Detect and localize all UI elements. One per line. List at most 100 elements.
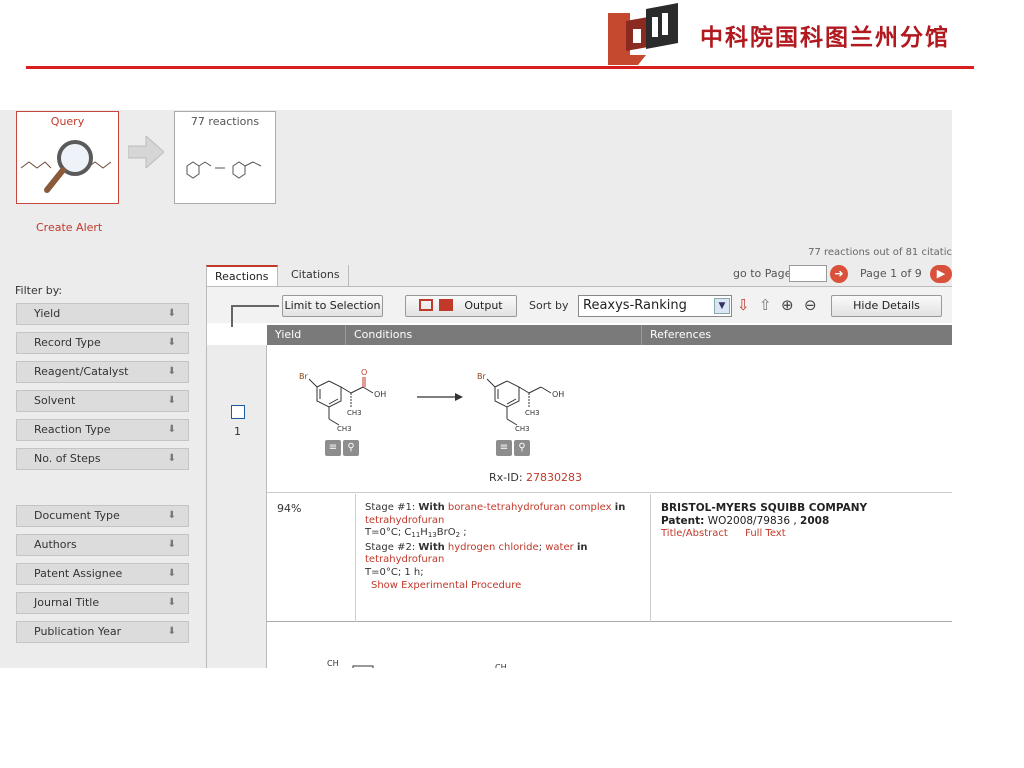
result-label: 77 reactions <box>190 115 260 128</box>
row-select-checkbox[interactable] <box>231 405 245 419</box>
filter-yield[interactable]: Yield ⬇ <box>16 303 189 325</box>
filter-publication-year[interactable]: Publication Year ⬇ <box>16 621 189 643</box>
formula-o-n: 2 <box>455 531 461 539</box>
guide-connector <box>231 305 279 327</box>
results-panel: Limit to Selection Output Sort by Reaxys… <box>206 286 952 668</box>
filter-journal-title[interactable]: Journal Title ⬇ <box>16 592 189 614</box>
filter-label: Yield <box>34 307 61 320</box>
goto-page-arrow-icon[interactable]: ➜ <box>830 265 848 283</box>
with-label: With <box>418 502 445 513</box>
sort-descending-icon[interactable]: ⇩ <box>737 297 750 313</box>
stage2-reagent-a-link[interactable]: hydrogen chloride <box>448 542 539 553</box>
stage2-conditions: T=0°C; 1 h; <box>365 566 424 578</box>
chevron-down-icon: ⬇ <box>167 395 176 406</box>
filter-authors[interactable]: Authors ⬇ <box>16 534 189 556</box>
chevron-down-icon: ⬇ <box>167 510 176 521</box>
column-references[interactable]: References <box>641 325 952 345</box>
output-label: Output <box>464 299 503 312</box>
conditions-cell: Stage #1: With borane-tetrahydrofuran co… <box>355 494 651 622</box>
column-yield[interactable]: Yield <box>267 325 345 345</box>
references-cell: BRISTOL-MYERS SQUIBB COMPANY Patent: WO2… <box>651 502 951 541</box>
column-conditions[interactable]: Conditions <box>345 325 641 345</box>
filter-reaction-type[interactable]: Reaction Type ⬇ <box>16 419 189 441</box>
svg-text:CH3: CH3 <box>347 409 362 417</box>
goto-page-input[interactable] <box>789 265 827 282</box>
hide-details-button[interactable]: Hide Details <box>831 295 942 317</box>
filter-label: Journal Title <box>34 596 100 609</box>
filter-label: Solvent <box>34 394 76 407</box>
row-number: 1 <box>234 425 241 438</box>
filter-label: Authors <box>34 538 77 551</box>
filter-label: No. of Steps <box>34 452 101 465</box>
results-toolbar: Limit to Selection Output Sort by Reaxys… <box>207 287 952 323</box>
svg-text:Br: Br <box>299 372 308 381</box>
rx-id-label: Rx-ID: <box>489 471 523 484</box>
patent-year-separator: , <box>793 514 797 527</box>
create-alert-link[interactable]: Create Alert <box>36 221 102 234</box>
rx-id: Rx-ID: 27830283 <box>489 471 582 484</box>
filter-solvent[interactable]: Solvent ⬇ <box>16 390 189 412</box>
zoom-out-icon[interactable]: ⊖ <box>804 297 817 313</box>
reference-company: BRISTOL-MYERS SQUIBB COMPANY <box>661 502 868 514</box>
limit-to-selection-button[interactable]: Limit to Selection <box>282 295 383 317</box>
sort-value: Reaxys-Ranking <box>583 298 687 313</box>
print-icon <box>438 299 453 311</box>
next-page-icon[interactable]: ▶ <box>930 265 952 283</box>
banner-divider <box>26 66 974 69</box>
sort-select[interactable]: Reaxys-Ranking ▼ <box>578 295 732 317</box>
patent-number: WO2008/79836 <box>707 514 790 527</box>
formula-bro: BrO <box>436 527 456 538</box>
rx-id-link[interactable]: 27830283 <box>526 471 582 484</box>
formula-c-n: 11 <box>411 531 421 539</box>
chevron-down-icon: ▼ <box>714 298 730 314</box>
svg-text:OH: OH <box>374 390 386 399</box>
library-logo-icon <box>608 3 678 65</box>
filter-record-type[interactable]: Record Type ⬇ <box>16 332 189 354</box>
stage2-solvent-link[interactable]: tetrahydrofuran <box>365 554 444 565</box>
zoom-icon[interactable]: ⚲ <box>514 440 530 456</box>
zoom-icon[interactable]: ⚲ <box>343 440 359 456</box>
yield-value: 94% <box>277 502 302 515</box>
partial-structure <box>352 665 374 668</box>
filter-label: Record Type <box>34 336 101 349</box>
patent-label: Patent: <box>661 514 705 527</box>
filter-title: Filter by: <box>15 284 63 297</box>
filter-no-of-steps[interactable]: No. of Steps ⬇ <box>16 448 189 470</box>
show-procedure-link[interactable]: Show Experimental Procedure <box>371 580 521 591</box>
reaction-structure-row: Br O OH CH3 CH3 Br OH CH3 CH3 ≡ ⚲ ≡ ⚲ Rx… <box>267 345 952 493</box>
in-label: in <box>614 502 626 513</box>
query-thumbnail[interactable]: Query <box>16 111 119 204</box>
title-abstract-link[interactable]: Title/Abstract <box>661 528 728 539</box>
in-label: in <box>576 541 588 553</box>
svg-text:Br: Br <box>477 372 486 381</box>
result-thumbnail[interactable]: 77 reactions <box>174 111 276 204</box>
formula-h-n: 13 <box>427 531 437 539</box>
stage1-reagent-link[interactable]: borane-tetrahydrofuran complex <box>448 502 612 513</box>
chevron-down-icon: ⬇ <box>167 366 176 377</box>
filter-patent-assignee[interactable]: Patent Assignee ⬇ <box>16 563 189 585</box>
filter-reagent-catalyst[interactable]: Reagent/Catalyst ⬇ <box>16 361 189 383</box>
formula-h: H <box>420 527 428 538</box>
page-info: Page 1 of 9 <box>860 267 922 280</box>
tab-reactions[interactable]: Reactions <box>206 265 278 287</box>
chevron-down-icon: ⬇ <box>167 597 176 608</box>
chevron-down-icon: ⬇ <box>167 337 176 348</box>
filter-label: Document Type <box>34 509 120 522</box>
sort-ascending-icon[interactable]: ⇧ <box>759 297 772 313</box>
reactions-count: 77 reactions out of 81 citatic <box>808 247 952 258</box>
separator: ; <box>538 541 543 553</box>
reaction-thumbnail-icon <box>186 161 262 179</box>
zoom-in-icon[interactable]: ⊕ <box>781 297 794 313</box>
output-button[interactable]: Output <box>405 295 517 317</box>
svg-text:OH: OH <box>552 390 564 399</box>
partial-label-a: CH <box>327 659 339 668</box>
stage2-reagent-b-link[interactable]: water <box>545 542 574 553</box>
details-icon[interactable]: ≡ <box>325 440 341 456</box>
stage1-solvent-link[interactable]: tetrahydrofuran <box>365 515 444 526</box>
full-text-link[interactable]: Full Text <box>745 528 786 539</box>
filter-document-type[interactable]: Document Type ⬇ <box>16 505 189 527</box>
tab-citations[interactable]: Citations <box>283 265 349 287</box>
details-icon[interactable]: ≡ <box>496 440 512 456</box>
filter-label: Reaction Type <box>34 423 111 436</box>
chevron-down-icon: ⬇ <box>167 539 176 550</box>
